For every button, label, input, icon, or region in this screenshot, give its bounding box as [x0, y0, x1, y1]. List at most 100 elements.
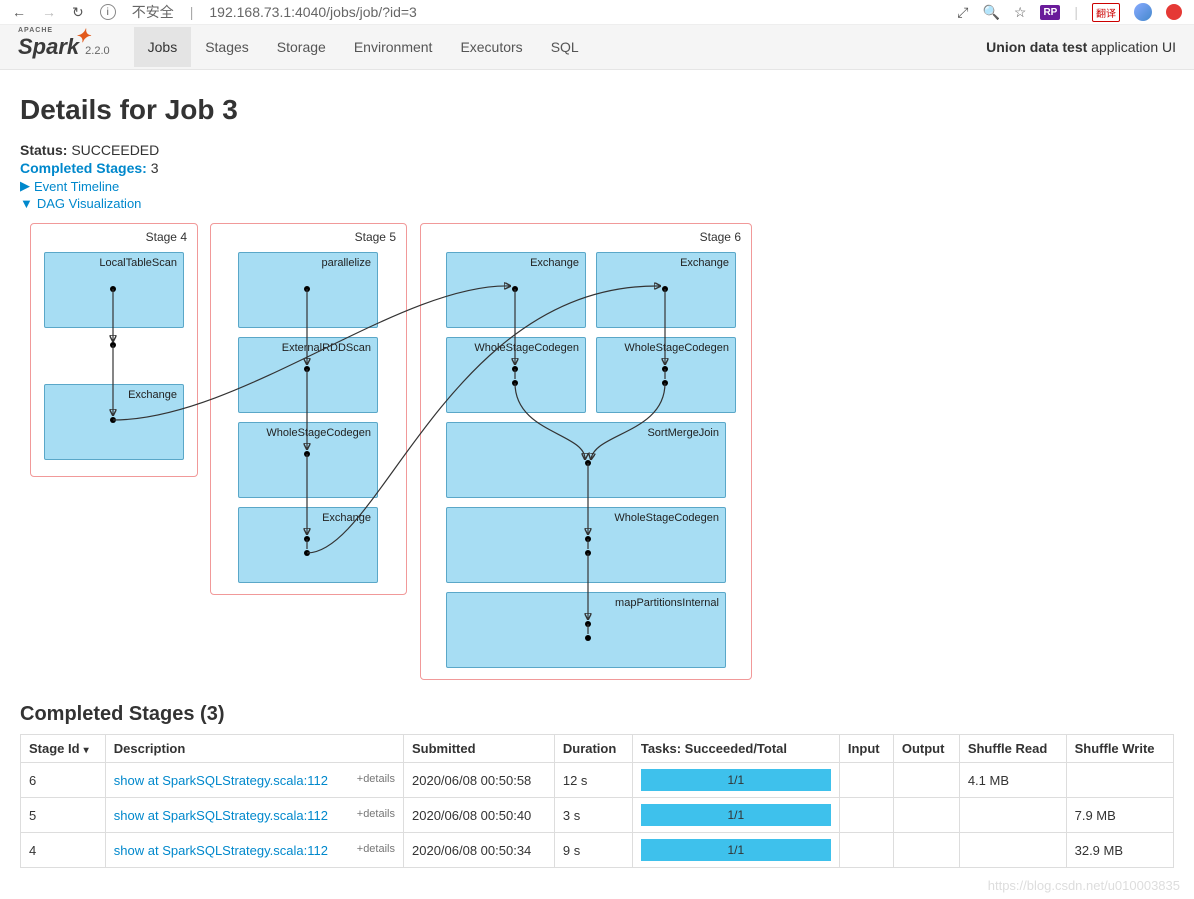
node-label: parallelize	[321, 257, 371, 269]
extension-icon[interactable]	[1166, 4, 1182, 20]
tab-executors[interactable]: Executors	[446, 27, 536, 67]
tab-storage[interactable]: Storage	[263, 27, 340, 67]
cell-shuffle-read: 4.1 MB	[959, 763, 1066, 798]
cell-stage-id: 5	[21, 798, 106, 833]
table-row: 4 show at SparkSQLStrategy.scala:112 +deta…	[21, 833, 1174, 868]
node-label: Exchange	[128, 389, 177, 401]
cell-input	[839, 763, 893, 798]
cell-output	[893, 763, 959, 798]
spark-star-icon: ✦	[75, 26, 90, 47]
cell-stage-id: 6	[21, 763, 106, 798]
cell-tasks: 1/1	[632, 833, 839, 868]
info-icon[interactable]: i	[100, 4, 116, 20]
progress-bar: 1/1	[641, 769, 831, 791]
dag-node: WholeStageCodegen	[596, 337, 736, 413]
dag-node: Exchange	[238, 507, 378, 583]
col-input[interactable]: Input	[839, 735, 893, 763]
table-row: 6 show at SparkSQLStrategy.scala:112 +deta…	[21, 763, 1174, 798]
cell-shuffle-write: 7.9 MB	[1066, 798, 1173, 833]
navbar: APACHE Spark ✦ 2.2.0 Jobs Stages Storage…	[0, 25, 1194, 70]
app-name-rest: application UI	[1091, 39, 1176, 55]
browser-chrome: ← → ↻ i 不安全 | 192.168.73.1:4040/jobs/job…	[0, 0, 1194, 25]
node-label: ExternalRDDScan	[282, 342, 371, 354]
col-submitted[interactable]: Submitted	[404, 735, 555, 763]
node-label: LocalTableScan	[99, 257, 177, 269]
translate-icon[interactable]: ⤢	[957, 4, 968, 21]
forward-icon[interactable]: →	[42, 4, 56, 20]
cell-tasks: 1/1	[632, 798, 839, 833]
dag-node: SortMergeJoin	[446, 422, 726, 498]
dag-node: mapPartitionsInternal	[446, 592, 726, 668]
tab-stages[interactable]: Stages	[191, 27, 263, 67]
details-link[interactable]: +details	[357, 808, 395, 820]
dag-visualization: Stage 4 LocalTableScan Exchange Stage 5 …	[20, 223, 1174, 683]
address-bar[interactable]: 192.168.73.1:4040/jobs/job/?id=3	[209, 4, 416, 20]
brand[interactable]: APACHE Spark ✦ 2.2.0	[18, 34, 110, 60]
back-icon[interactable]: ←	[12, 4, 26, 20]
star-icon[interactable]: ☆	[1014, 4, 1027, 21]
sort-desc-icon: ▾	[84, 745, 89, 756]
toggle-dag-label: DAG Visualization	[37, 196, 142, 211]
completed-row: Completed Stages: 3	[20, 160, 1174, 176]
table-row: 5 show at SparkSQLStrategy.scala:112 +deta…	[21, 798, 1174, 833]
cell-input	[839, 833, 893, 868]
tab-sql[interactable]: SQL	[537, 27, 593, 67]
cell-input	[839, 798, 893, 833]
nav-tabs: Jobs Stages Storage Environment Executor…	[134, 27, 593, 67]
cell-description: show at SparkSQLStrategy.scala:112 +detai…	[105, 763, 403, 798]
col-duration[interactable]: Duration	[554, 735, 632, 763]
cell-submitted: 2020/06/08 00:50:40	[404, 798, 555, 833]
col-tasks[interactable]: Tasks: Succeeded/Total	[632, 735, 839, 763]
status-value: SUCCEEDED	[71, 142, 159, 158]
node-label: WholeStageCodegen	[614, 512, 719, 524]
search-icon[interactable]: 🔍	[982, 4, 999, 21]
col-description[interactable]: Description	[105, 735, 403, 763]
toggle-event-label: Event Timeline	[34, 179, 119, 194]
avatar[interactable]	[1134, 3, 1152, 21]
insecure-label: 不安全	[132, 2, 174, 22]
dag-node: Exchange	[596, 252, 736, 328]
stage-box-5: Stage 5 parallelize ExternalRDDScan Whol…	[210, 223, 407, 595]
cell-description: show at SparkSQLStrategy.scala:112 +detai…	[105, 798, 403, 833]
stage-description-link[interactable]: show at SparkSQLStrategy.scala:112	[114, 808, 328, 823]
cell-tasks: 1/1	[632, 763, 839, 798]
tab-environment[interactable]: Environment	[340, 27, 447, 67]
tab-jobs[interactable]: Jobs	[134, 27, 192, 67]
cell-submitted: 2020/06/08 00:50:34	[404, 833, 555, 868]
col-output[interactable]: Output	[893, 735, 959, 763]
dag-node: ExternalRDDScan	[238, 337, 378, 413]
cell-shuffle-read	[959, 833, 1066, 868]
col-shuffle-read[interactable]: Shuffle Read	[959, 735, 1066, 763]
node-label: Exchange	[530, 257, 579, 269]
stage-description-link[interactable]: show at SparkSQLStrategy.scala:112	[114, 773, 328, 788]
page-body: Details for Job 3 Status: SUCCEEDED Comp…	[0, 70, 1194, 884]
cell-output	[893, 833, 959, 868]
details-link[interactable]: +details	[357, 773, 395, 785]
toggle-dag-visualization[interactable]: ▼ DAG Visualization	[20, 196, 1174, 211]
caret-right-icon: ▶	[20, 178, 30, 194]
completed-heading: Completed Stages (3)	[20, 703, 1174, 726]
status-label: Status:	[20, 142, 67, 158]
cell-shuffle-read	[959, 798, 1066, 833]
reload-icon[interactable]: ↻	[72, 4, 84, 21]
completed-stages-value: 3	[151, 160, 159, 176]
dag-node: WholeStageCodegen	[238, 422, 378, 498]
lang-badge[interactable]: 翻译	[1092, 3, 1120, 22]
node-label: WholeStageCodegen	[266, 427, 371, 439]
dag-node: WholeStageCodegen	[446, 507, 726, 583]
completed-stages-link[interactable]: Completed Stages:	[20, 160, 147, 176]
cell-stage-id: 4	[21, 833, 106, 868]
details-link[interactable]: +details	[357, 843, 395, 855]
node-label: Exchange	[322, 512, 371, 524]
stage-box-6: Stage 6 Exchange Exchange WholeStageCode…	[420, 223, 752, 680]
toggle-event-timeline[interactable]: ▶ Event Timeline	[20, 178, 1174, 194]
node-label: SortMergeJoin	[647, 427, 719, 439]
stage-box-4: Stage 4 LocalTableScan Exchange	[30, 223, 198, 477]
stage-description-link[interactable]: show at SparkSQLStrategy.scala:112	[114, 843, 328, 858]
completed-stages-table: Stage Id▾ Description Submitted Duration…	[20, 734, 1174, 868]
col-stage-id[interactable]: Stage Id▾	[21, 735, 106, 763]
watermark: https://blog.csdn.net/u010003835	[988, 878, 1180, 893]
col-shuffle-write[interactable]: Shuffle Write	[1066, 735, 1173, 763]
dag-node: WholeStageCodegen	[446, 337, 586, 413]
node-label: WholeStageCodegen	[474, 342, 579, 354]
